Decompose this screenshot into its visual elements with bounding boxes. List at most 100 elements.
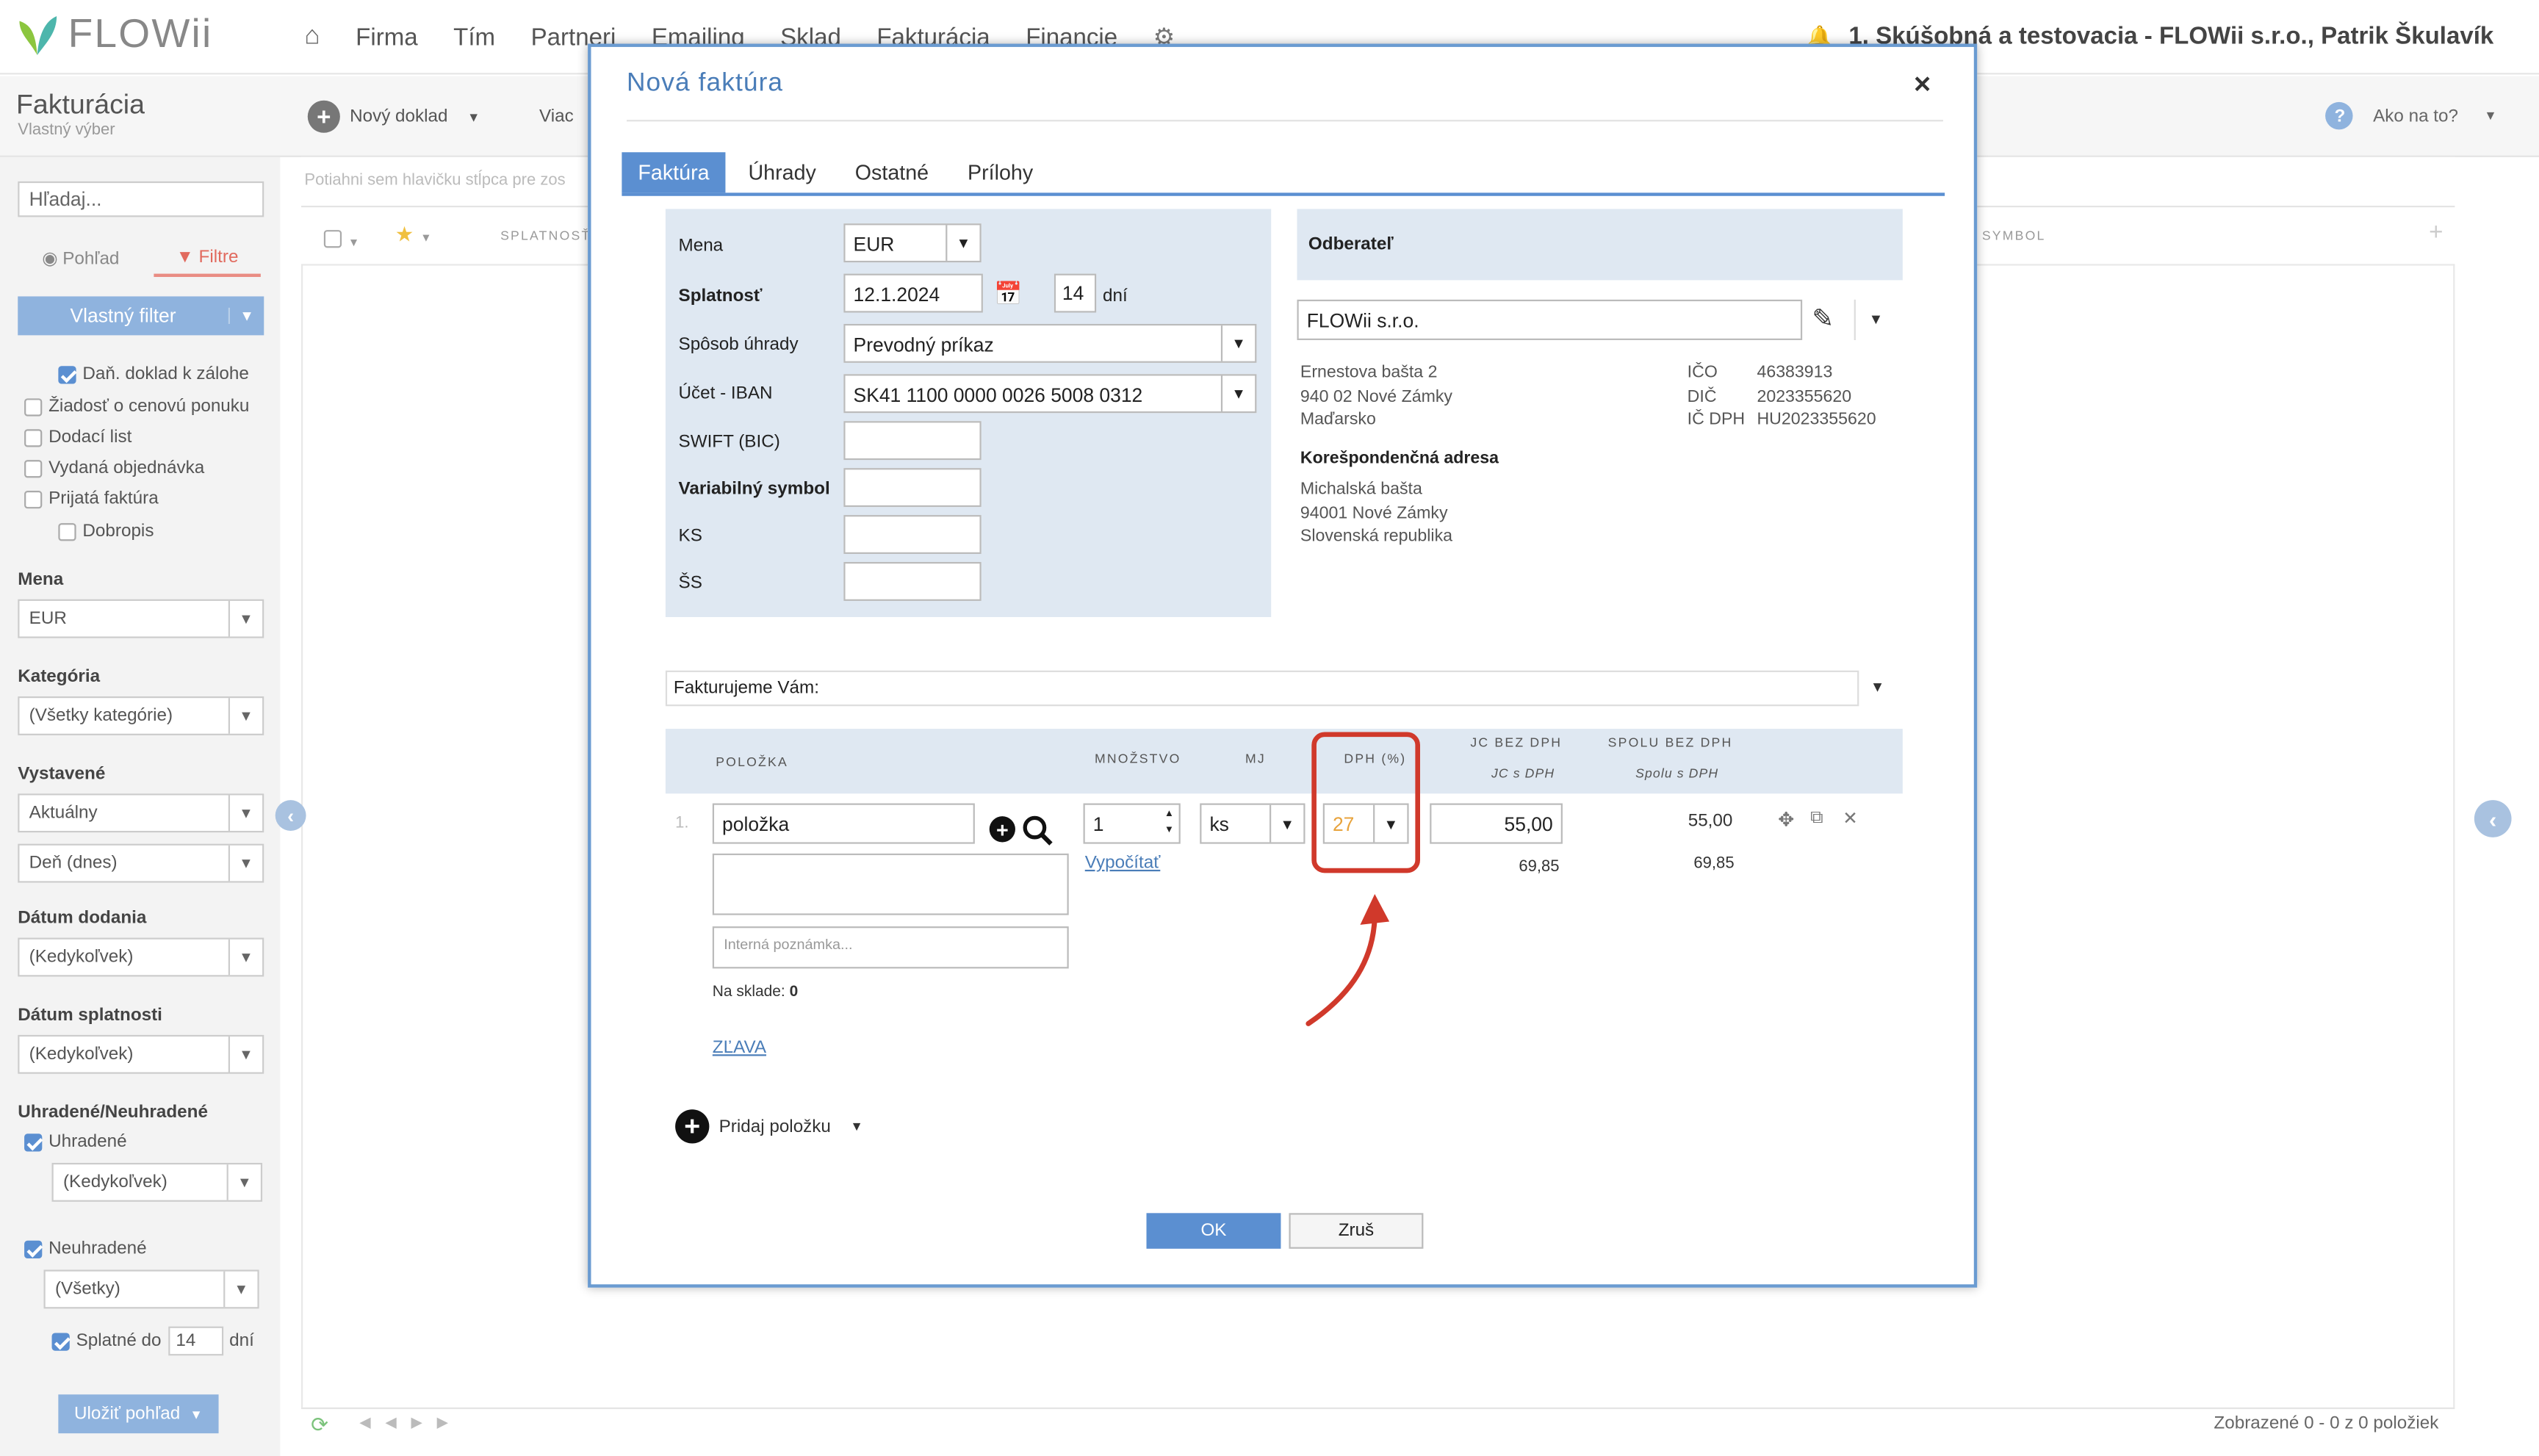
paid-value: (Kedykoľvek) — [62, 1172, 168, 1192]
calculate-link[interactable]: Vypočítať — [1085, 854, 1161, 873]
add-item-button[interactable]: + Pridaj položku ▼ — [675, 1109, 863, 1144]
internal-note-input[interactable]: Interná poznámka... — [712, 926, 1069, 969]
footer-status: Zobrazené 0 - 0 z 0 položiek — [2214, 1413, 2439, 1434]
unpaid-checkbox[interactable]: Neuhradené — [24, 1239, 147, 1258]
customer-header-label: Odberateľ — [1308, 234, 1394, 255]
close-icon[interactable]: ✕ — [1913, 71, 1932, 98]
column-symbol[interactable]: SYMBOL — [1982, 228, 2046, 243]
cancel-button[interactable]: Zruš — [1289, 1213, 1424, 1249]
header-item: POLOŽKA — [716, 754, 788, 770]
move-icon[interactable]: ✥ — [1778, 808, 1794, 831]
checkbox-icon — [24, 397, 43, 416]
tab-attachments[interactable]: Prílohy — [951, 152, 1049, 192]
tab-view-label: Pohľad — [62, 249, 120, 269]
doctype-checkbox-2[interactable]: Dodací list — [24, 428, 132, 447]
filter-sidebar: Hľadaj... ◉ Pohľad ▼ Filtre Vlastný filt… — [0, 156, 281, 1456]
item-name-input[interactable]: položka — [712, 803, 975, 844]
currency-select[interactable]: EUR ▼ — [843, 223, 982, 263]
intro-text-input[interactable]: Fakturujeme Vám: — [665, 670, 1859, 707]
nav-item-tim[interactable]: Tím — [453, 24, 495, 51]
custom-filter-label: Vlastný filter — [70, 304, 176, 328]
chevron-down-icon: ▼ — [228, 795, 262, 832]
item-description-textarea[interactable] — [712, 853, 1069, 915]
iban-label: Účet - IBAN — [678, 383, 773, 403]
delete-icon[interactable]: ✕ — [1843, 808, 1857, 829]
doctype-label: Dodací list — [48, 428, 132, 447]
unpaid-select[interactable]: (Všetky) ▼ — [43, 1269, 259, 1309]
payable-checkbox[interactable]: Splatné do 14 dní — [51, 1326, 254, 1356]
home-icon[interactable]: ⌂ — [304, 23, 320, 52]
customer-name-input[interactable]: FLOWii s.r.o. — [1297, 299, 1803, 340]
id-label: IČO — [1687, 362, 1718, 383]
paid-select[interactable]: (Kedykoľvek) ▼ — [51, 1162, 263, 1202]
tab-payments[interactable]: Úhrady — [732, 152, 832, 192]
stock-label: Na sklade: — [712, 983, 785, 1001]
column-due[interactable]: SPLATNOSŤ — [500, 228, 591, 243]
discount-link[interactable]: ZĽAVA — [713, 1038, 766, 1057]
select-all-checkbox[interactable]: ▼ — [323, 225, 359, 254]
address-line: 94001 Nové Zámky — [1300, 502, 1448, 523]
doctype-checkbox-4[interactable]: Prijatá faktúra — [24, 489, 159, 508]
paid-label: Uhradené — [48, 1132, 127, 1152]
new-document-button[interactable]: + Nový doklad ▼ — [307, 100, 480, 133]
header-unit: MJ — [1245, 751, 1266, 766]
doctype-checkbox-0[interactable]: Daň. doklad k zálohe — [58, 364, 249, 384]
sidebar-search-input[interactable]: Hľadaj... — [18, 181, 264, 217]
chevron-down-icon[interactable]: ▼ — [1854, 299, 1896, 340]
swift-input[interactable] — [843, 421, 982, 461]
chevron-down-icon[interactable]: ▼ — [1870, 679, 1885, 695]
collapse-left-icon[interactable]: ‹ — [275, 800, 306, 832]
unit-select[interactable]: ks ▼ — [1200, 803, 1305, 844]
doctype-checkbox-3[interactable]: Vydaná objednávka — [24, 458, 204, 477]
paid-checkbox[interactable]: Uhradené — [24, 1132, 127, 1152]
unpaid-label: Neuhradené — [48, 1239, 147, 1259]
pager-icons[interactable]: ◀◀▶▶ — [359, 1414, 462, 1432]
nav-item-firma[interactable]: Firma — [356, 24, 417, 51]
issued-select[interactable]: Aktuálny ▼ — [18, 793, 264, 833]
flowii-logo[interactable]: FLOWii — [16, 10, 212, 58]
checkbox-icon — [51, 1332, 70, 1350]
due-date-select[interactable]: (Kedykoľvek) ▼ — [18, 1034, 264, 1074]
pencil-icon[interactable]: ✎ — [1812, 303, 1834, 335]
more-button[interactable]: Viac — [539, 107, 574, 126]
due-days-input[interactable]: 14 — [1054, 273, 1097, 313]
unit-price-input[interactable]: 55,00 — [1430, 803, 1563, 844]
variable-symbol-input[interactable] — [843, 468, 982, 508]
iban-select[interactable]: SK41 1100 0000 0026 5008 0312 ▼ — [843, 374, 1257, 414]
star-icon[interactable]: ★ ▼ — [395, 222, 432, 248]
unit-price-vat: 69,85 — [1519, 858, 1560, 876]
tab-view[interactable]: ◉ Pohľad — [42, 248, 119, 269]
doctype-checkbox-1[interactable]: Žiadosť o cenovú ponuku — [24, 397, 249, 417]
due-days-unit: dní — [1102, 286, 1128, 306]
save-view-button[interactable]: Uložiť pohľad ▼ — [58, 1394, 219, 1434]
currency-select[interactable]: EUR ▼ — [18, 599, 264, 638]
delivery-select[interactable]: (Kedykoľvek) ▼ — [18, 937, 264, 977]
tab-underline — [622, 192, 1945, 196]
eye-icon: ◉ — [42, 249, 58, 269]
calendar-icon[interactable]: 📅 — [994, 280, 1022, 307]
refresh-icon[interactable]: ⟳ — [311, 1412, 328, 1438]
tab-invoice[interactable]: Faktúra — [622, 152, 726, 193]
add-circle-icon[interactable]: + — [989, 816, 1015, 843]
add-column-icon[interactable]: + — [2429, 219, 2443, 246]
ks-input[interactable] — [843, 515, 982, 555]
copy-icon[interactable]: ⧉ — [1810, 808, 1823, 829]
collapse-right-icon[interactable]: ‹ — [2474, 800, 2512, 837]
category-select[interactable]: (Všetky kategórie) ▼ — [18, 696, 264, 735]
search-icon[interactable] — [1022, 815, 1057, 847]
custom-filter-dropdown[interactable]: Vlastný filter ▼ — [18, 296, 264, 336]
tab-other[interactable]: Ostatné — [839, 152, 945, 192]
due-date-input[interactable]: 12.1.2024 — [843, 273, 983, 313]
paid-status-label: Uhradené/Neuhradené — [18, 1103, 208, 1122]
tab-filters[interactable]: ▼ Filtre — [154, 242, 261, 278]
issued-day-select[interactable]: Deň (dnes) ▼ — [18, 843, 264, 883]
ok-button[interactable]: OK — [1146, 1213, 1281, 1249]
ss-input[interactable] — [843, 562, 982, 601]
doctype-checkbox-5[interactable]: Dobropis — [58, 522, 154, 541]
payable-days-input[interactable]: 14 — [168, 1326, 223, 1356]
due-label: Splatnosť — [678, 286, 763, 306]
payment-method-select[interactable]: Prevodný príkaz ▼ — [843, 323, 1257, 363]
help-button[interactable]: ? Ako na to? ▼ — [2326, 101, 2497, 130]
header-total-vat: Spolu s DPH — [1635, 765, 1719, 781]
quantity-stepper[interactable]: 1 ▲ ▼ — [1083, 803, 1181, 844]
